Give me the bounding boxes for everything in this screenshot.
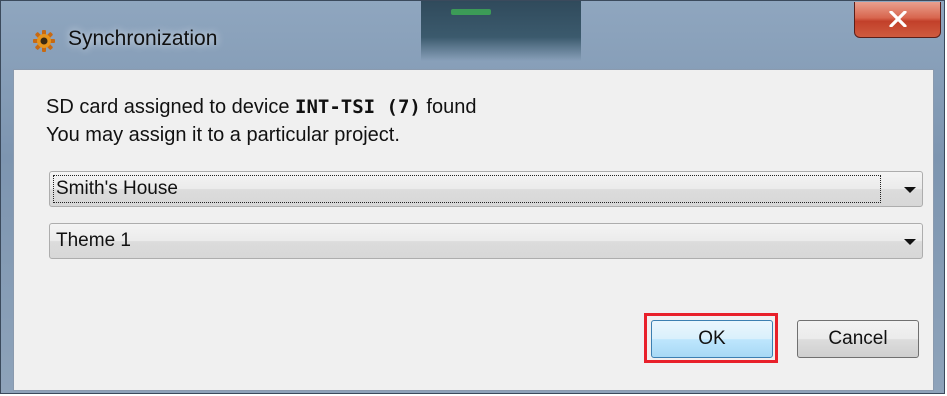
cancel-button[interactable]: Cancel (797, 320, 919, 358)
project-dropdown[interactable]: Smith's House (49, 171, 923, 207)
close-icon (889, 11, 907, 27)
device-name: INT-TSI (7) (295, 96, 421, 118)
chevron-down-icon[interactable] (904, 239, 916, 245)
assign-hint: You may assign it to a particular projec… (46, 124, 400, 146)
project-dropdown-value: Smith's House (56, 178, 178, 199)
background-window-glimpse (421, 1, 581, 61)
title-bar[interactable]: Synchronization (1, 1, 944, 63)
close-button[interactable] (854, 2, 941, 38)
sync-gear-icon (33, 30, 55, 52)
theme-dropdown-value: Theme 1 (56, 230, 131, 251)
message-suffix: found (420, 96, 477, 118)
theme-dropdown[interactable]: Theme 1 (49, 223, 923, 259)
background-window-glimpse-accent (451, 9, 491, 15)
dialog-body: SD card assigned to device INT-TSI (7) f… (13, 69, 934, 391)
dialog-title: Synchronization (68, 27, 218, 50)
ok-button[interactable]: OK (651, 320, 773, 358)
chevron-down-icon[interactable] (904, 187, 916, 193)
synchronization-dialog: Synchronization SD card assigned to devi… (0, 0, 945, 394)
message-prefix: SD card assigned to device (46, 96, 296, 118)
found-message: SD card assigned to device INT-TSI (7) f… (46, 96, 476, 119)
